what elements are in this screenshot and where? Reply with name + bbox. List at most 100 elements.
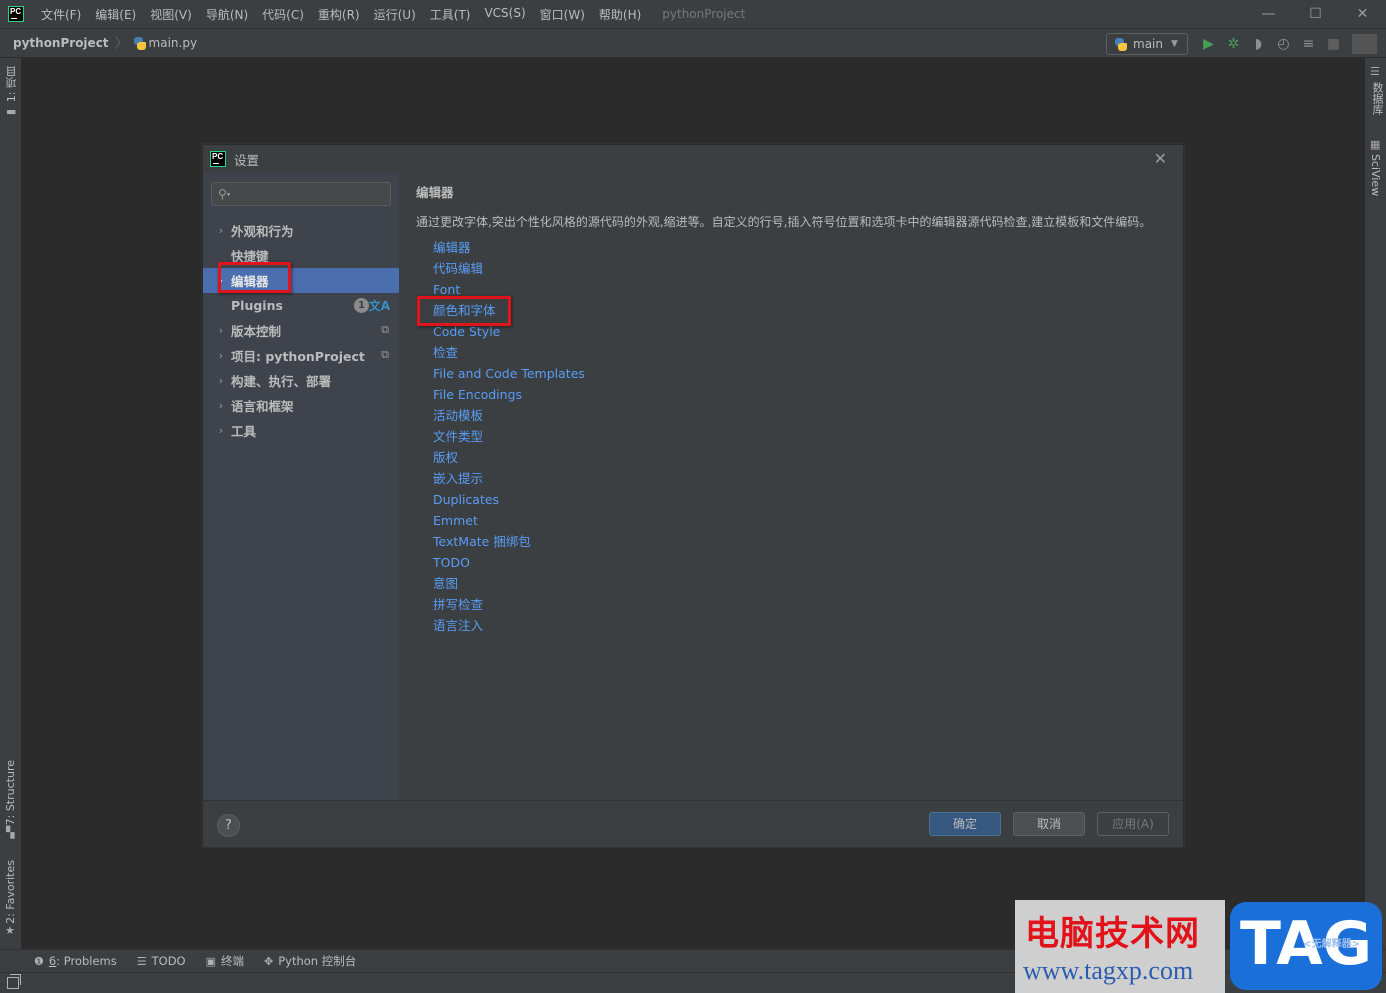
menu-help[interactable]: 帮助(H) — [592, 6, 648, 23]
tree-item-project[interactable]: › 项目: pythonProject ⧉ — [203, 343, 399, 368]
menu-edit[interactable]: 编辑(E) — [88, 6, 143, 23]
sciview-icon: ▦ — [1370, 138, 1381, 151]
search-icon: ⚲▾ — [218, 187, 231, 201]
title-bar: PC 文件(F) 编辑(E) 视图(V) 导航(N) 代码(C) 重构(R) 运… — [0, 0, 1386, 28]
interpreter-status: <无解释器> — [1303, 939, 1360, 950]
settings-search-input[interactable]: ⚲▾ — [211, 182, 391, 206]
link-copyright[interactable]: 版权 — [433, 447, 585, 468]
project-tool-tab[interactable]: 1: 项目 — [4, 66, 20, 102]
python-console-tab[interactable]: ✥ Python 控制台 — [264, 953, 356, 969]
problems-tab-label: : Problems — [56, 954, 117, 968]
tree-item-plugins[interactable]: Plugins 1 文A — [203, 293, 399, 318]
settings-sidebar: ⚲▾ › 外观和行为 快捷键 › 编辑器 Plugins 1 文A › 版本控制… — [203, 173, 399, 800]
help-button[interactable]: ? — [217, 814, 240, 837]
maximize-button[interactable]: ☐ — [1292, 0, 1339, 28]
link-inspections[interactable]: 检查 — [433, 342, 585, 363]
profile-icon[interactable]: ◴ — [1271, 36, 1296, 52]
section-title: 编辑器 — [416, 185, 454, 200]
dialog-title: 设置 — [234, 152, 260, 168]
toolbar-divider — [1352, 34, 1377, 54]
database-icon: ☰ — [1370, 65, 1380, 78]
database-tool-tab[interactable]: 数据库 — [1369, 82, 1385, 115]
terminal-tab-label: 终端 — [221, 954, 245, 968]
chevron-right-icon: › — [218, 399, 224, 412]
tree-item-vcs[interactable]: › 版本控制 ⧉ — [203, 318, 399, 343]
terminal-icon: ▣ — [205, 954, 217, 968]
breadcrumb-separator: 〉 — [114, 36, 129, 52]
tree-item-label: 语言和框架 — [231, 399, 294, 414]
menu-run[interactable]: 运行(U) — [367, 6, 423, 23]
tree-item-appearance[interactable]: › 外观和行为 — [203, 218, 399, 243]
link-inlay-hints[interactable]: 嵌入提示 — [433, 468, 585, 489]
tree-item-label: 构建、执行、部署 — [231, 374, 332, 389]
terminal-tab[interactable]: ▣ 终端 — [206, 953, 244, 969]
link-file-types[interactable]: 文件类型 — [433, 426, 585, 447]
run-icon[interactable]: ▶ — [1196, 36, 1221, 52]
translate-icon: 文A — [368, 299, 390, 313]
run-toolbar: ▶ ✲ ◗ ◴ ≡ ■ ⌕ — [1196, 33, 1386, 55]
watermark: 电脑技术网 www.tagxp.com TAG <无解释器> — [1015, 900, 1386, 993]
menu-window[interactable]: 窗口(W) — [533, 6, 592, 23]
link-live-templates[interactable]: 活动模板 — [433, 405, 585, 426]
window-title: pythonProject — [662, 7, 746, 21]
minimize-button[interactable]: — — [1245, 0, 1292, 28]
main-menu: 文件(F) 编辑(E) 视图(V) 导航(N) 代码(C) 重构(R) 运行(U… — [34, 6, 648, 23]
watermark-panel: 电脑技术网 www.tagxp.com — [1015, 900, 1225, 993]
link-code-editing[interactable]: 代码编辑 — [433, 258, 585, 279]
breadcrumb-file[interactable]: main.py — [149, 36, 198, 50]
link-textmate-bundles[interactable]: TextMate 捆绑包 — [433, 531, 585, 552]
cancel-button[interactable]: 取消 — [1013, 812, 1085, 836]
tree-item-languages[interactable]: › 语言和框架 — [203, 393, 399, 418]
problems-tab[interactable]: ❶ 6 : Problems — [34, 954, 117, 968]
link-editor[interactable]: 编辑器 — [433, 237, 585, 258]
update-count-badge: 1 — [354, 298, 369, 313]
highlight-box-editor — [218, 262, 291, 293]
close-icon[interactable]: ✕ — [1154, 149, 1167, 168]
todo-tab[interactable]: ☰ TODO — [137, 954, 186, 968]
settings-tree: › 外观和行为 快捷键 › 编辑器 Plugins 1 文A › 版本控制 ⧉ — [203, 218, 399, 443]
coverage-icon[interactable]: ◗ — [1246, 36, 1271, 52]
window-controls: — ☐ ✕ — [1245, 0, 1386, 28]
menu-navigate[interactable]: 导航(N) — [199, 6, 255, 23]
sciview-tool-tab[interactable]: SciView — [1369, 154, 1382, 196]
menu-vcs[interactable]: VCS(S) — [477, 6, 532, 23]
settings-content: 编辑器 通过更改字体,突出个性化风格的源代码的外观,缩进等。自定义的行号,插入符… — [399, 173, 1183, 800]
dialog-title-bar[interactable]: PC 设置 ✕ — [203, 145, 1183, 173]
chevron-right-icon: › — [218, 374, 224, 387]
watermark-tag-logo: TAG <无解释器> — [1230, 902, 1382, 990]
link-language-injections[interactable]: 语言注入 — [433, 615, 585, 636]
menu-view[interactable]: 视图(V) — [143, 6, 199, 23]
tree-item-build[interactable]: › 构建、执行、部署 — [203, 368, 399, 393]
link-file-encodings[interactable]: File Encodings — [433, 384, 585, 405]
tree-item-tools[interactable]: › 工具 — [203, 418, 399, 443]
right-tool-strip: ☰ 数据库 ▦ SciView — [1364, 58, 1386, 949]
link-file-code-templates[interactable]: File and Code Templates — [433, 363, 585, 384]
copy-settings-icon: ⧉ — [381, 323, 389, 336]
menu-code[interactable]: 代码(C) — [255, 6, 311, 23]
favorites-tool-tab[interactable]: 2: Favorites — [4, 860, 17, 924]
link-emmet[interactable]: Emmet — [433, 510, 585, 531]
link-duplicates[interactable]: Duplicates — [433, 489, 585, 510]
stop-icon[interactable]: ■ — [1321, 36, 1346, 52]
run-configuration-label: main — [1133, 37, 1163, 51]
apply-button[interactable]: 应用(A) — [1097, 812, 1169, 836]
link-todo[interactable]: TODO — [433, 552, 585, 573]
chevron-right-icon: › — [218, 349, 224, 362]
menu-file[interactable]: 文件(F) — [34, 6, 88, 23]
toggle-tool-windows-icon[interactable] — [7, 974, 21, 989]
link-spelling[interactable]: 拼写检查 — [433, 594, 585, 615]
structure-tool-tab[interactable]: 7: Structure — [4, 760, 17, 825]
breadcrumb-project[interactable]: pythonProject — [13, 36, 109, 50]
run-configuration-select[interactable]: main ▼ — [1106, 33, 1188, 55]
menu-tools[interactable]: 工具(T) — [423, 6, 478, 23]
ok-button[interactable]: 确定 — [929, 812, 1001, 836]
watermark-url: www.tagxp.com — [1023, 956, 1194, 985]
debug-icon[interactable]: ✲ — [1221, 36, 1246, 52]
section-description: 通过更改字体,突出个性化风格的源代码的外观,缩进等。自定义的行号,插入符号位置和… — [416, 215, 1152, 229]
link-intentions[interactable]: 意图 — [433, 573, 585, 594]
close-window-button[interactable]: ✕ — [1339, 0, 1386, 28]
menu-refactor[interactable]: 重构(R) — [311, 6, 367, 23]
folder-icon: ▬ — [6, 105, 17, 118]
concurrency-icon[interactable]: ≡ — [1296, 36, 1321, 52]
problems-tab-number: 6 — [48, 954, 57, 968]
